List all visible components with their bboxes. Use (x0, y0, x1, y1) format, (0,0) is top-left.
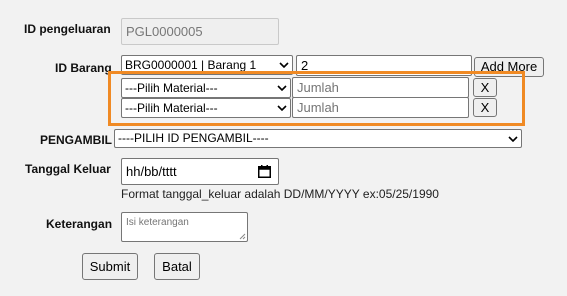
calendar-icon[interactable] (258, 165, 271, 178)
id-pengeluaran-label: ID pengeluaran (24, 22, 111, 36)
id-barang-selected: BRG0000001 | Barang 1 (125, 58, 257, 72)
tanggal-keluar-input[interactable]: hh/bb/tttt (121, 158, 279, 185)
keterangan-textarea[interactable]: Isi keterangan (121, 212, 248, 242)
pengambil-label: PENGAMBIL (40, 133, 112, 147)
date-value: hh/bb/tttt (126, 164, 177, 179)
id-barang-label: ID Barang (55, 61, 112, 75)
tanggal-keluar-label: Tanggal Keluar (25, 162, 111, 176)
chevron-down-icon (508, 135, 518, 142)
highlight-box (108, 71, 525, 126)
keterangan-label: Keterangan (46, 217, 113, 231)
chevron-down-icon (279, 62, 289, 68)
resize-handle-icon[interactable] (239, 233, 246, 240)
pengambil-select[interactable]: ----PILIH ID PENGAMBIL---- (114, 129, 522, 148)
batal-button[interactable]: Batal (154, 253, 200, 280)
date-format-hint: Format tanggal_keluar adalah DD/MM/YYYY … (121, 187, 439, 201)
pengambil-selected: ----PILIH ID PENGAMBIL---- (118, 131, 269, 145)
id-pengeluaran-field: PGL0000005 (121, 18, 279, 45)
keterangan-placeholder: Isi keterangan (126, 217, 189, 228)
submit-button[interactable]: Submit (82, 253, 138, 280)
